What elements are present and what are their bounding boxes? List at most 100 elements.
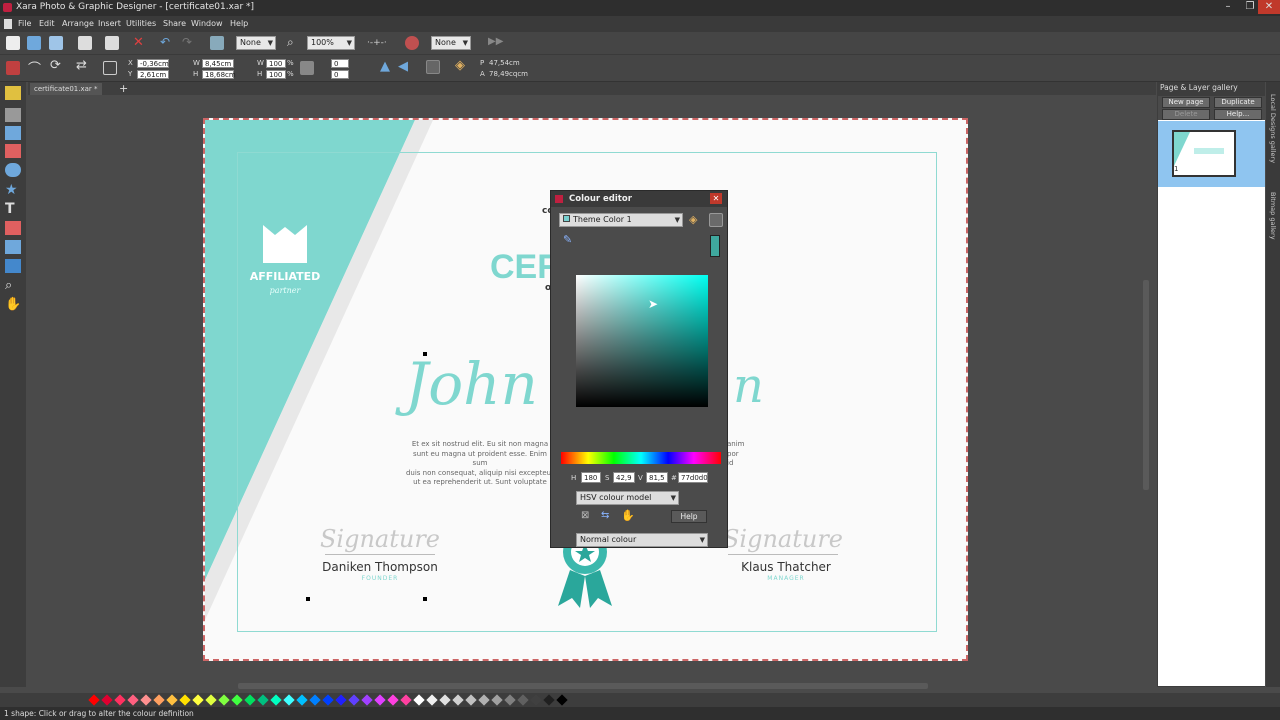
menu-insert[interactable]: Insert: [98, 19, 121, 28]
palette-swatch[interactable]: [530, 694, 542, 706]
copy-icon[interactable]: [78, 36, 92, 50]
scale-w-field[interactable]: 100: [266, 59, 286, 68]
redo-icon[interactable]: ↷: [182, 35, 192, 49]
colour-hand-icon[interactable]: ✋: [621, 509, 635, 522]
document-tab[interactable]: certificate01.xar *: [30, 83, 102, 95]
zoom-tool-icon[interactable]: ⌕: [5, 278, 21, 293]
menu-edit[interactable]: Edit: [39, 19, 55, 28]
snap-select[interactable]: None ▼: [431, 36, 471, 50]
width-field[interactable]: 8,45cm: [202, 59, 234, 68]
transparency-tool-icon[interactable]: [5, 240, 21, 254]
select-handles-icon[interactable]: [6, 61, 20, 75]
snap-magnet-icon[interactable]: [405, 36, 419, 50]
selection-handle[interactable]: [423, 597, 427, 601]
vertical-scrollbar[interactable]: [1143, 280, 1149, 490]
palette-swatch[interactable]: [205, 694, 217, 706]
palette-swatch[interactable]: [374, 694, 386, 706]
palette-swatch[interactable]: [556, 694, 568, 706]
horizontal-scrollbar[interactable]: [238, 683, 928, 689]
local-designs-tab[interactable]: Local Designs gallery: [1269, 94, 1277, 163]
grid-icon[interactable]: [103, 61, 117, 75]
palette-swatch[interactable]: [88, 694, 100, 706]
star-tool-icon[interactable]: ★: [5, 182, 21, 198]
no-colour-icon[interactable]: ⊠: [581, 510, 589, 521]
duplicate-button[interactable]: Duplicate: [1214, 97, 1262, 108]
flip-horizontal-icon[interactable]: ▲: [380, 59, 390, 74]
palette-swatch[interactable]: [465, 694, 477, 706]
menu-arrange[interactable]: Arrange: [62, 19, 94, 28]
colour-model-select[interactable]: HSV colour model ▼: [576, 491, 679, 505]
pen-icon[interactable]: [426, 60, 440, 74]
menu-file[interactable]: File: [18, 19, 31, 28]
palette-swatch[interactable]: [114, 694, 126, 706]
new-page-button[interactable]: New page: [1162, 97, 1210, 108]
page-thumbnail[interactable]: [1172, 130, 1236, 177]
transform-icon[interactable]: [210, 36, 224, 50]
menu-utilities[interactable]: Utilities: [126, 19, 156, 28]
palette-swatch[interactable]: [179, 694, 191, 706]
photo-tool-icon[interactable]: [5, 126, 21, 140]
rotate-icon[interactable]: ⟳: [50, 58, 61, 73]
text-tool-icon[interactable]: T: [5, 201, 21, 217]
shear-field[interactable]: 0: [331, 70, 349, 79]
forward-icon[interactable]: ▶▶: [488, 36, 503, 47]
palette-swatch[interactable]: [543, 694, 555, 706]
palette-swatch[interactable]: [309, 694, 321, 706]
contour-tool-icon[interactable]: [5, 163, 21, 177]
selection-handle[interactable]: [423, 352, 427, 356]
fill-tool-icon[interactable]: [5, 221, 21, 235]
palette-swatch[interactable]: [140, 694, 152, 706]
palette-swatch[interactable]: [478, 694, 490, 706]
selection-handle[interactable]: [306, 597, 310, 601]
tag-icon[interactable]: ◈: [455, 58, 465, 73]
palette-swatch[interactable]: [426, 694, 438, 706]
bitmap-gallery-tab[interactable]: Bitmap gallery: [1269, 192, 1277, 240]
colour-name-select[interactable]: Theme Color 1 ▼: [559, 213, 683, 227]
palette-swatch[interactable]: [153, 694, 165, 706]
menu-help[interactable]: Help: [230, 19, 248, 28]
zoom-icon[interactable]: ⌕: [287, 35, 294, 50]
lock-aspect-icon[interactable]: [300, 61, 314, 75]
palette-swatch[interactable]: [504, 694, 516, 706]
palette-swatch[interactable]: [283, 694, 295, 706]
zoom-select[interactable]: 100% ▼: [307, 36, 355, 50]
colour-pipette-icon[interactable]: ⇆: [601, 510, 609, 521]
hex-field[interactable]: 77d0d0: [678, 472, 708, 483]
palette-swatch[interactable]: [387, 694, 399, 706]
save-icon[interactable]: [49, 36, 63, 50]
palette-swatch[interactable]: [413, 694, 425, 706]
flip-icon[interactable]: ⇄: [76, 58, 87, 73]
y-field[interactable]: 2,61cm: [137, 70, 169, 79]
eyedropper-icon[interactable]: ✎: [563, 233, 572, 246]
palette-swatch[interactable]: [166, 694, 178, 706]
menu-share[interactable]: Share: [163, 19, 186, 28]
palette-swatch[interactable]: [270, 694, 282, 706]
close-window-button[interactable]: ✕: [1258, 0, 1280, 14]
angle-field[interactable]: 0: [331, 59, 349, 68]
new-document-icon[interactable]: [6, 36, 20, 50]
quality-select[interactable]: None ▼: [236, 36, 276, 50]
palette-swatch[interactable]: [218, 694, 230, 706]
hue-slider[interactable]: [561, 452, 721, 464]
minimize-button[interactable]: –: [1216, 0, 1240, 14]
x-field[interactable]: -0,36cm: [137, 59, 169, 68]
new-tab-icon[interactable]: +: [119, 82, 128, 95]
shadow-tool-icon[interactable]: [5, 259, 21, 273]
colour-type-select[interactable]: Normal colour ▼: [576, 533, 708, 547]
menu-window[interactable]: Window: [191, 19, 223, 28]
node-tool-icon[interactable]: [5, 108, 21, 122]
selector-tool-icon[interactable]: [5, 86, 21, 100]
saturation-value-picker[interactable]: [576, 275, 708, 407]
delete-icon[interactable]: ✕: [133, 35, 144, 50]
value-field[interactable]: 81,5: [646, 472, 668, 483]
palette-swatch[interactable]: [400, 694, 412, 706]
eraser-tool-icon[interactable]: [5, 144, 21, 158]
palette-swatch[interactable]: [296, 694, 308, 706]
palette-swatch[interactable]: [335, 694, 347, 706]
ruler-icon[interactable]: ·-+-·: [367, 38, 387, 48]
paste-icon[interactable]: [105, 36, 119, 50]
palette-swatch[interactable]: [439, 694, 451, 706]
palette-swatch[interactable]: [231, 694, 243, 706]
palette-swatch[interactable]: [244, 694, 256, 706]
colour-editor-close-button[interactable]: ✕: [710, 193, 722, 204]
